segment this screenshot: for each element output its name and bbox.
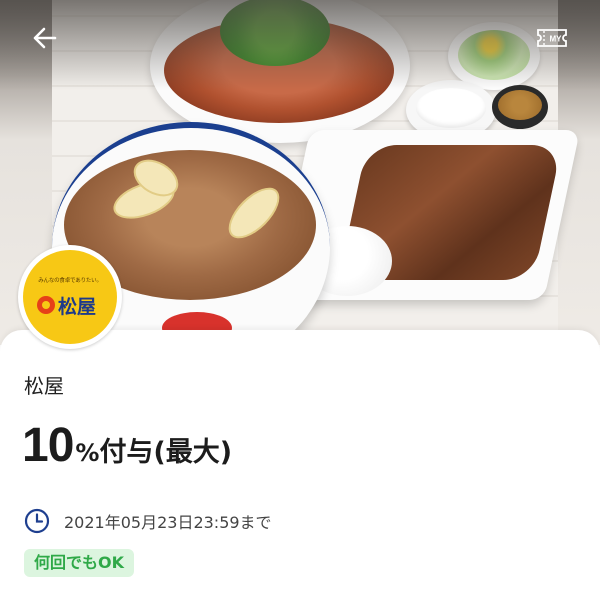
back-arrow-icon [33,27,57,49]
reward-rate: 10 % 付与(最大) [22,418,232,473]
reward-rate-suffix: 付与(最大) [99,437,233,468]
logo-tagline: みんなの食卓でありたい。 [38,278,102,284]
svg-text:MY: MY [550,35,563,44]
offer-card: 松屋 10 % 付与(最大) 2021年05月23日23:59まで 何回でもOK [0,330,600,589]
store-name: 松屋 [24,374,64,398]
repeat-ok-badge: 何回でもOK [24,549,135,577]
my-ticket-icon: MY [537,29,567,47]
back-button[interactable] [22,18,66,58]
clock-icon [24,508,50,534]
logo-brand: 松屋 [58,296,97,318]
reward-rate-number: 10 [22,419,74,472]
store-logo: みんなの食卓でありたい。 松屋 [18,245,122,349]
miso-soup [492,85,548,129]
reward-rate-percent: % [75,439,100,467]
deadline: 2021年05月23日23:59まで [24,508,272,534]
logo-mark-icon [37,296,55,314]
my-ticket-button[interactable]: MY [526,18,578,58]
deadline-text: 2021年05月23日23:59まで [64,513,272,532]
